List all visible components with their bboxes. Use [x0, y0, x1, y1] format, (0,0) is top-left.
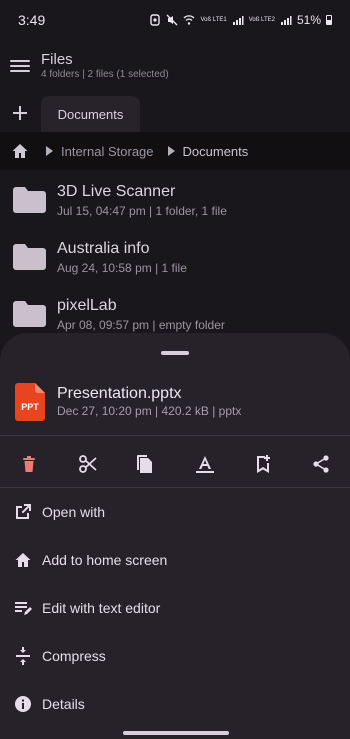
mute-icon: [167, 14, 178, 26]
info-icon: [15, 696, 31, 712]
menu-item-add-to-home-screen[interactable]: Add to home screen: [0, 536, 350, 584]
rename-icon: [196, 456, 214, 473]
menu-item-label: Details: [42, 696, 85, 712]
carrier-1: Voß LTE1: [200, 17, 227, 23]
add-tab-icon[interactable]: [11, 104, 29, 122]
selected-file-name: Presentation.pptx: [57, 385, 182, 402]
folder-icon: [13, 301, 46, 327]
cut-icon: [79, 455, 97, 473]
folder-icon: [13, 244, 46, 270]
drag-handle[interactable]: [161, 351, 189, 355]
status-icons: Voß LTE1 Voß LTE2 51%: [149, 13, 332, 27]
tab-documents[interactable]: Documents: [41, 96, 140, 132]
bookmark-add-icon: [257, 455, 270, 473]
app-subtitle: 4 folders | 2 files (1 selected): [41, 69, 169, 80]
action-row: [0, 450, 350, 478]
home-icon: [15, 553, 31, 567]
selected-file-meta: Dec 27, 10:20 pm | 420.2 kB | pptx: [57, 404, 242, 418]
breadcrumb: Internal Storage Documents: [0, 132, 350, 170]
rename-button[interactable]: [191, 450, 219, 478]
signal-icon-1: [232, 16, 244, 25]
copy-icon: [137, 455, 152, 473]
menu-item-details[interactable]: Details: [0, 680, 350, 728]
menu-item-label: Add to home screen: [42, 552, 168, 568]
chevron-right-icon: [46, 146, 53, 156]
cut-button[interactable]: [74, 450, 102, 478]
file-name: Australia info: [57, 240, 150, 257]
tab-bar: Documents: [0, 96, 350, 132]
file-list: 3D Live Scanner Jul 15, 04:47 pm | 1 fol…: [0, 170, 350, 341]
bookmark-add-button[interactable]: [249, 450, 277, 478]
delete-button[interactable]: [15, 450, 43, 478]
divider: [0, 435, 350, 436]
share-icon: [313, 455, 329, 473]
app-title: Files: [41, 51, 73, 68]
menu-item-label: Open with: [42, 504, 106, 520]
file-meta: Jul 15, 04:47 pm | 1 folder, 1 file: [57, 204, 227, 218]
home-icon[interactable]: [11, 142, 29, 160]
edit-text-icon: [15, 602, 32, 615]
menu-icon[interactable]: [10, 56, 30, 76]
file-name: 3D Live Scanner: [57, 183, 176, 200]
file-meta: Aug 24, 10:58 pm | 1 file: [57, 261, 187, 275]
copy-button[interactable]: [132, 450, 160, 478]
menu-item-compress[interactable]: Compress: [0, 632, 350, 680]
status-bar: 3:49 Voß LTE1 Voß LTE2 51%: [0, 0, 350, 40]
pptx-file-icon: PPT: [15, 383, 45, 421]
list-item[interactable]: Australia info Aug 24, 10:58 pm | 1 file: [0, 227, 350, 284]
gesture-nav-bar[interactable]: [123, 731, 229, 735]
file-meta: Apr 08, 09:57 pm | empty folder: [57, 318, 225, 332]
file-name: pixelLab: [57, 297, 117, 314]
pptx-icon-label: PPT: [21, 402, 39, 412]
menu-item-open-with[interactable]: Open with: [0, 488, 350, 536]
battery-percent: 51%: [296, 13, 321, 27]
action-menu: Open with Add to home screen Edit with t…: [0, 488, 350, 728]
menu-item-label: Compress: [42, 648, 106, 664]
app-bar: Files 4 folders | 2 files (1 selected): [0, 44, 350, 92]
delete-icon: [23, 456, 35, 472]
open-external-icon: [16, 504, 31, 519]
breadcrumb-internal-storage[interactable]: Internal Storage: [61, 144, 154, 159]
carrier-2: Voß LTE2: [248, 17, 275, 23]
status-time: 3:49: [18, 12, 46, 28]
notification-icon: [150, 14, 161, 26]
menu-item-label: Edit with text editor: [42, 600, 161, 616]
chevron-right-icon: [167, 146, 175, 156]
bottom-sheet: PPT Presentation.pptx Dec 27, 10:20 pm |…: [0, 333, 350, 739]
signal-icon-2: [280, 16, 292, 25]
breadcrumb-documents[interactable]: Documents: [183, 144, 249, 159]
share-button[interactable]: [307, 450, 335, 478]
wifi-icon: [184, 15, 195, 25]
compress-icon: [16, 647, 30, 665]
menu-item-edit-with-text-editor[interactable]: Edit with text editor: [0, 584, 350, 632]
folder-icon: [13, 187, 46, 213]
battery-icon: [326, 15, 332, 25]
list-item[interactable]: 3D Live Scanner Jul 15, 04:47 pm | 1 fol…: [0, 170, 350, 227]
